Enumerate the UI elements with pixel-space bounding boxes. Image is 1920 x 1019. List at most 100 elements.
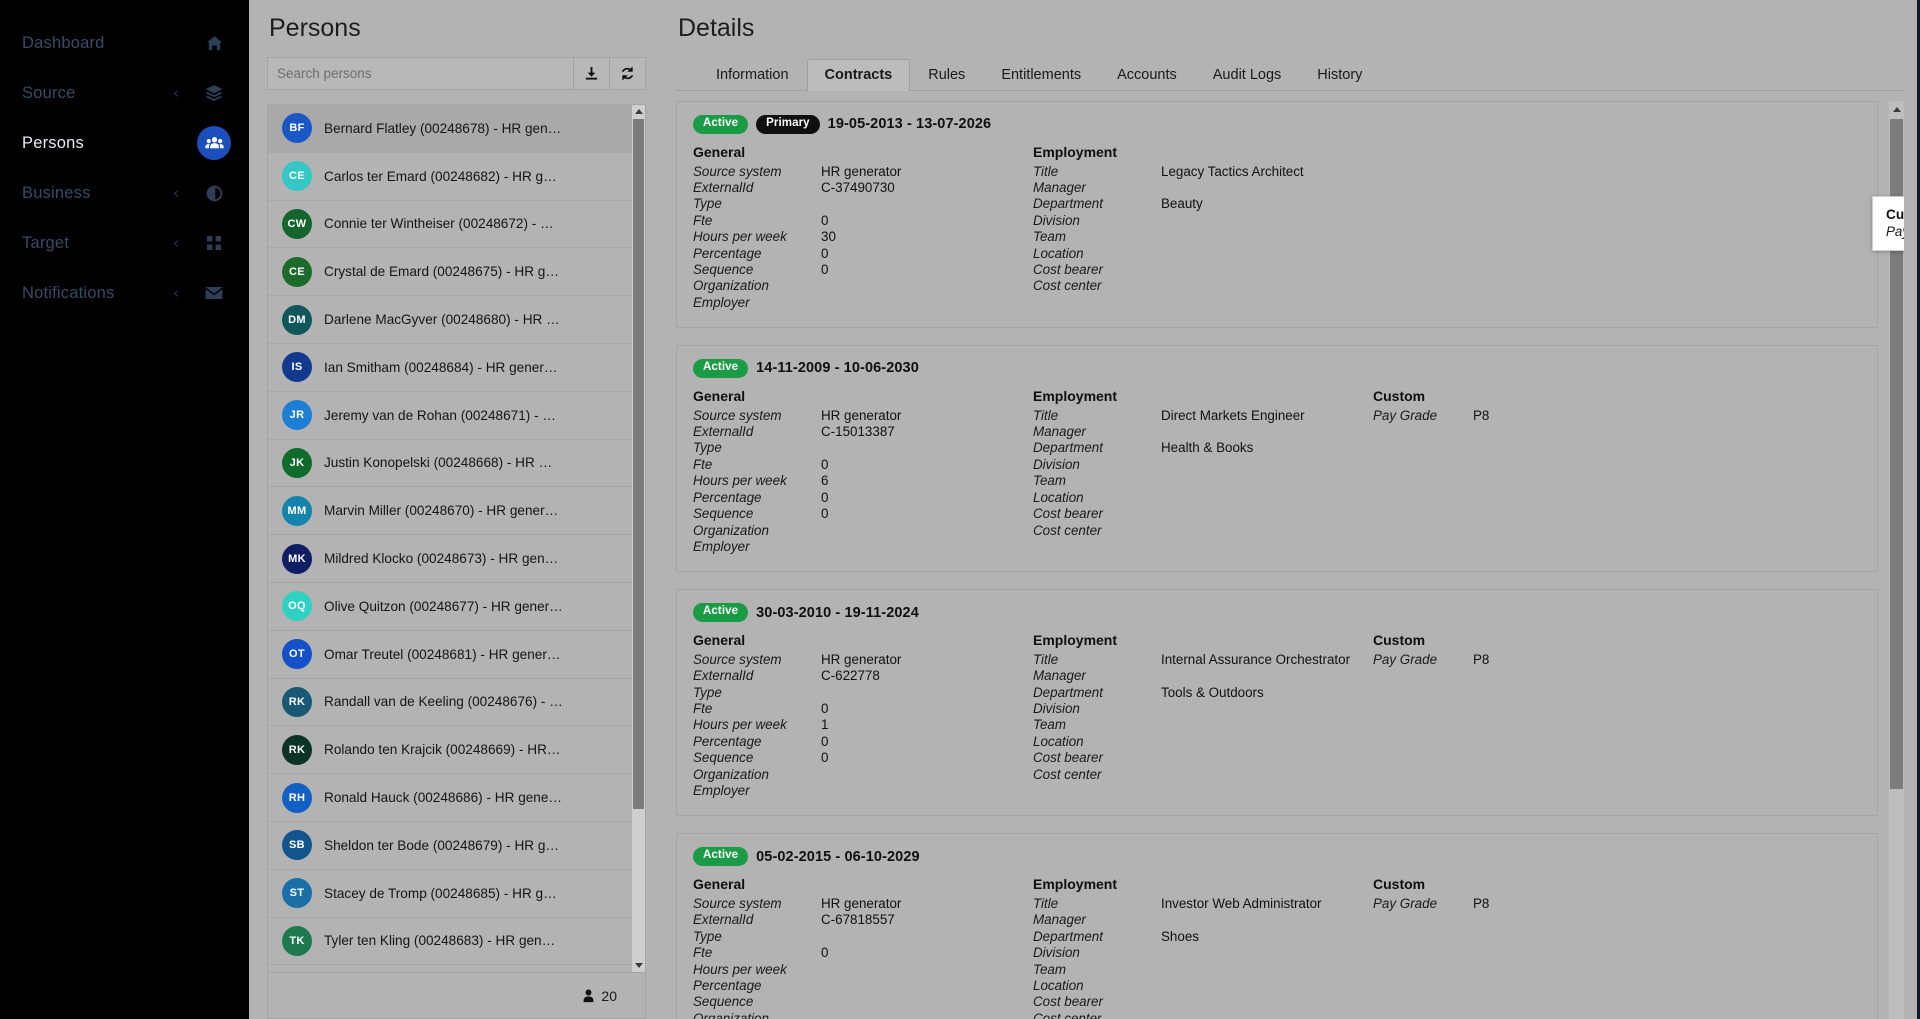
field-value: 0 — [821, 506, 829, 522]
scrollbar-thumb[interactable] — [633, 119, 644, 809]
field-label: Title — [1033, 407, 1059, 423]
list-item[interactable]: TK Tyler ten Kling (00248683) - HR gen… — [268, 918, 632, 966]
field-label: Cost bearer — [1033, 994, 1103, 1010]
contract-card[interactable]: Active 30-03-2010 - 19-11-2024 General Sour… — [676, 589, 1878, 817]
custom-heading: Custom — [1373, 631, 1426, 648]
sidebar-item-business[interactable]: Business ‹ — [0, 168, 249, 218]
persons-list-scrollbar[interactable] — [632, 105, 645, 972]
field-row: Percentage 0 — [693, 490, 1033, 506]
sidebar-item-source[interactable]: Source ‹ — [0, 68, 249, 118]
list-item[interactable]: RH Ronald Hauck (00248686) - HR gene… — [268, 774, 632, 822]
field-label: Type — [693, 196, 722, 212]
sitemap-icon-wrapper[interactable] — [197, 176, 231, 210]
tab-contracts[interactable]: Contracts — [806, 59, 911, 91]
list-item[interactable]: SB Sheldon ter Bode (00248679) - HR g… — [268, 822, 632, 870]
field-label: Location — [1033, 489, 1084, 505]
person-name: Stacey de Tromp (00248685) - HR g… — [324, 885, 557, 901]
field-label: Division — [1033, 701, 1080, 717]
scroll-up-button[interactable] — [632, 105, 645, 118]
field-label: Manager — [1033, 668, 1086, 684]
field-value: 6 — [821, 473, 829, 489]
contract-card[interactable]: Active 14-11-2009 - 10-06-2030 General Sour… — [676, 345, 1878, 573]
tab-history[interactable]: History — [1299, 59, 1380, 91]
list-item[interactable]: OT Omar Treutel (00248681) - HR gener… — [268, 631, 632, 679]
field-row: Manager — [1033, 668, 1373, 684]
chevron-left-icon[interactable]: ‹ — [173, 85, 179, 101]
home-icon — [206, 35, 223, 52]
chevron-left-icon[interactable]: ‹ — [173, 235, 179, 251]
layers-icon-wrapper[interactable] — [197, 76, 231, 110]
field-value: 0 — [821, 456, 829, 472]
field-label: Manager — [1033, 179, 1086, 195]
field-label: ExternalId — [693, 668, 754, 684]
field-label: Organization — [693, 766, 769, 782]
field-row: Type — [693, 196, 1033, 212]
list-item[interactable]: OQ Olive Quitzon (00248677) - HR gener… — [268, 583, 632, 631]
list-item[interactable]: CE Carlos ter Emard (00248682) - HR g… — [268, 153, 632, 201]
list-item[interactable]: ST Stacey de Tromp (00248685) - HR g… — [268, 870, 632, 918]
list-item[interactable]: JR Jeremy van de Rohan (00248671) - … — [268, 392, 632, 440]
list-item[interactable]: MK Mildred Klocko (00248673) - HR gen… — [268, 535, 632, 583]
field-label: Division — [1033, 945, 1080, 961]
download-icon — [584, 66, 599, 81]
scroll-down-button[interactable] — [632, 959, 645, 972]
chevron-left-icon[interactable]: ‹ — [173, 285, 179, 301]
field-row: Percentage 0 — [693, 734, 1033, 750]
list-item[interactable]: MM Marvin Miller (00248670) - HR gener… — [268, 487, 632, 536]
sidebar-item-label: Dashboard — [22, 33, 105, 52]
person-name: Bernard Flatley (00248678) - HR gen… — [324, 120, 562, 136]
field-label: Employer — [693, 538, 750, 554]
list-item[interactable]: JK Justin Konopelski (00248668) - HR … — [268, 440, 632, 488]
field-label: Manager — [1033, 912, 1086, 928]
sidebar-item-target[interactable]: Target ‹ — [0, 218, 249, 268]
field-row: Hours per week 30 — [693, 229, 1033, 245]
custom-heading: Custom — [1373, 387, 1426, 404]
field-row: Fte 0 — [693, 701, 1033, 717]
avatar: JR — [282, 400, 312, 431]
field-label: Division — [1033, 456, 1080, 472]
list-item[interactable]: BF Bernard Flatley (00248678) - HR gen… — [268, 105, 632, 153]
list-item[interactable]: CW Connie ter Wintheiser (00248672) - … — [268, 201, 632, 249]
contract-card[interactable]: Active 05-02-2015 - 06-10-2029 General Sour… — [676, 833, 1878, 1019]
field-value: HR generator — [821, 651, 902, 667]
details-title: Details — [678, 14, 755, 42]
list-item[interactable]: IS Ian Smitham (00248684) - HR gener… — [268, 344, 632, 392]
general-heading: General — [693, 631, 746, 648]
field-row: Manager — [1033, 424, 1373, 440]
tab-entitlements[interactable]: Entitlements — [983, 59, 1099, 91]
tab-information[interactable]: Information — [698, 59, 807, 91]
persons-list: BF Bernard Flatley (00248678) - HR gen… CE… — [268, 105, 632, 972]
contract-header: Active 30-03-2010 - 19-11-2024 — [693, 603, 1861, 622]
envelope-icon-wrapper[interactable] — [197, 276, 231, 310]
grid-icon-wrapper[interactable] — [197, 226, 231, 260]
field-label: Employer — [693, 783, 750, 799]
list-item[interactable]: RK Rolando ten Krajcik (00248669) - HR… — [268, 726, 632, 775]
list-item[interactable]: RK Randall van de Keeling (00248676) - … — [268, 679, 632, 727]
main-content: Persons BF Bernard Flatley (00248678) - H… — [249, 0, 1920, 1019]
sidebar-item-persons[interactable]: Persons — [0, 118, 249, 168]
avatar: CW — [282, 208, 312, 239]
field-label: Cost center — [1033, 278, 1102, 294]
list-item[interactable]: DM Darlene MacGyver (00248680) - HR … — [268, 296, 632, 344]
contracts-scroll-up-button[interactable] — [1889, 101, 1904, 117]
people-icon-wrapper[interactable] — [197, 126, 231, 160]
sidebar-item-dashboard[interactable]: Dashboard — [0, 18, 249, 68]
home-icon-wrapper[interactable] — [197, 26, 231, 60]
primary-badge: Primary — [756, 115, 820, 134]
chevron-left-icon[interactable]: ‹ — [173, 185, 179, 201]
tab-audit-logs[interactable]: Audit Logs — [1195, 59, 1300, 91]
tab-accounts[interactable]: Accounts — [1099, 59, 1195, 91]
field-row: Title Direct Markets Engineer — [1033, 408, 1373, 424]
field-label: Title — [1033, 651, 1059, 667]
download-button[interactable] — [574, 57, 610, 90]
tab-rules[interactable]: Rules — [910, 59, 983, 91]
sidebar-item-notifications[interactable]: Notifications ‹ — [0, 268, 249, 318]
field-label: Team — [1033, 473, 1066, 489]
list-item[interactable]: CE Crystal de Emard (00248675) - HR g… — [268, 248, 632, 297]
sidebar-item-label: Target — [22, 233, 70, 252]
caret-up-icon — [1892, 106, 1901, 112]
search-input[interactable] — [267, 57, 574, 90]
field-value: 0 — [821, 212, 829, 228]
refresh-button[interactable] — [610, 57, 646, 90]
contract-card[interactable]: Active Primary 19-05-2013 - 13-07-2026 Gene… — [676, 101, 1878, 329]
